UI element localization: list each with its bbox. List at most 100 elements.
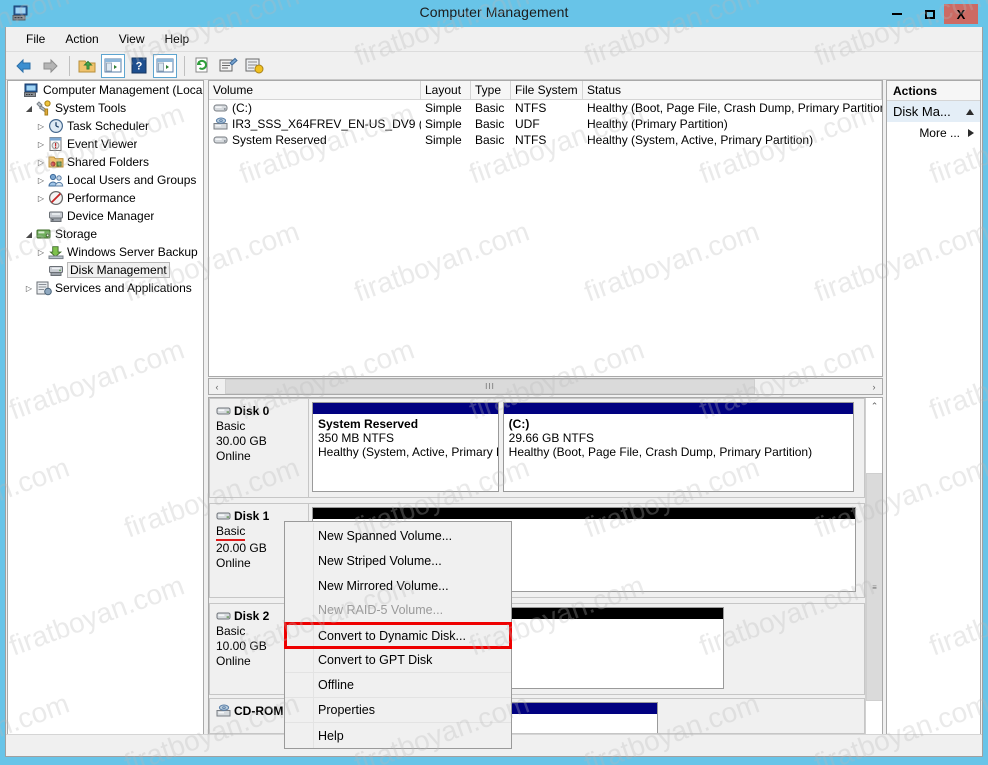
column-header-file-system[interactable]: File System [511, 81, 583, 100]
disk-scroll-thumb[interactable]: ≡ [866, 473, 882, 701]
sidebar-item-computer-management-local[interactable]: Computer Management (Local [8, 81, 203, 99]
expand-arrow-icon[interactable]: ▷ [34, 122, 48, 131]
file-system-cell: NTFS [515, 133, 547, 147]
disk-icon [216, 403, 232, 419]
sidebar-item-performance[interactable]: ▷ Performance [8, 189, 203, 207]
partition-block[interactable]: (C:) 29.66 GB NTFS Healthy (Boot, Page Fil… [502, 402, 855, 492]
actions-group-disk-management[interactable]: Disk Ma... [887, 101, 980, 123]
column-header-status[interactable]: Status [583, 81, 882, 100]
disk-size: 30.00 GB [216, 434, 267, 448]
disk-type-label: Basic [216, 624, 246, 638]
sidebar-item-local-users-and-groups[interactable]: ▷ Local Users and Groups [8, 171, 203, 189]
computer-management-window: Computer Management X File Action View H… [0, 0, 988, 765]
forward-arrow-icon[interactable] [38, 54, 62, 78]
show-hide-console-tree-icon[interactable] [101, 53, 125, 78]
disk-type-label: Basic [216, 524, 246, 541]
volume-disk-icon [213, 101, 229, 115]
collapse-arrow-icon[interactable]: ◢ [22, 230, 36, 239]
close-button[interactable]: X [944, 4, 978, 24]
chevron-right-icon[interactable] [968, 129, 974, 137]
sidebar-item-label: Task Scheduler [67, 119, 150, 133]
context-menu-item-convert-to-gpt-disk[interactable]: Convert to GPT Disk [285, 648, 511, 673]
sidebar-item-services-and-applications[interactable]: ▷ Services and Applications [8, 279, 203, 297]
console-tree[interactable]: Computer Management (Local ◢ System Tools ▷… [7, 80, 204, 736]
context-menu-item-properties[interactable]: Properties [285, 698, 511, 723]
sidebar-item-system-tools[interactable]: ◢ System Tools [8, 99, 203, 117]
sidebar-item-device-manager[interactable]: Device Manager [8, 207, 203, 225]
sidebar-item-storage[interactable]: ◢ Storage [8, 225, 203, 243]
device-manager-icon [48, 208, 64, 224]
menu-help[interactable]: Help [155, 28, 200, 50]
vol-scroll-right-icon[interactable]: › [866, 379, 882, 394]
context-menu-item-new-mirrored-volume[interactable]: New Mirrored Volume... [285, 573, 511, 598]
context-menu-item-new-spanned-volume[interactable]: New Spanned Volume... [285, 523, 511, 548]
collapse-arrow-icon[interactable]: ◢ [22, 104, 36, 113]
partition-block[interactable]: System Reserved 350 MB NTFS Healthy (Syste… [312, 402, 499, 492]
clock-icon [48, 118, 64, 134]
expand-arrow-icon[interactable]: ▷ [34, 140, 48, 149]
column-header-type[interactable]: Type [471, 81, 511, 100]
sidebar-item-shared-folders[interactable]: ▷ Shared Folders [8, 153, 203, 171]
table-row[interactable]: IR3_SSS_X64FREV_EN-US_DV9 (D:) Simple Basi… [209, 116, 882, 132]
column-header-volume[interactable]: Volume [209, 81, 421, 100]
sidebar-item-event-viewer[interactable]: ▷ Event Viewer [8, 135, 203, 153]
volume-list-horizontal-scrollbar[interactable]: ‹ III › [208, 378, 883, 395]
disk-row[interactable]: Disk 0 Basic 30.00 GB Online System Reserved… [209, 398, 865, 498]
vol-scroll-track[interactable]: III [225, 379, 866, 394]
menu-action[interactable]: Action [55, 28, 108, 50]
expand-arrow-icon[interactable]: ▷ [34, 194, 48, 203]
disk-info-disk-0[interactable]: Disk 0 Basic 30.00 GB Online [209, 398, 309, 498]
actions-more-label: More ... [919, 126, 960, 140]
services-icon [36, 280, 52, 296]
cd-drive-icon [216, 703, 232, 719]
maximize-button[interactable] [915, 4, 945, 24]
sidebar-item-disk-management[interactable]: Disk Management [8, 261, 203, 279]
partition-status: Healthy (Boot, Page File, Crash Dump, Pr… [508, 445, 813, 459]
context-menu-item-convert-to-dynamic-disk[interactable]: Convert to Dynamic Disk... [285, 623, 511, 648]
refresh-icon[interactable] [190, 54, 214, 78]
context-menu-item-new-striped-volume[interactable]: New Striped Volume... [285, 548, 511, 573]
sidebar-item-label: Event Viewer [67, 137, 138, 151]
sidebar-item-windows-server-backup[interactable]: ▷ Windows Server Backup [8, 243, 203, 261]
disk-context-menu[interactable]: New Spanned Volume... New Striped Volume.… [284, 521, 512, 749]
vol-scroll-thumb[interactable]: III [225, 379, 755, 394]
help-icon[interactable]: ? [127, 54, 151, 78]
volume-name: System Reserved [232, 132, 327, 147]
cd-drive-icon [213, 117, 229, 131]
disk-vertical-scrollbar[interactable]: ⌃ ≡ ⌄ [865, 398, 882, 753]
disk-scroll-up-icon[interactable]: ⌃ [866, 398, 882, 415]
back-arrow-icon[interactable] [12, 54, 36, 78]
vol-scroll-left-icon[interactable]: ‹ [209, 379, 225, 394]
title-bar: Computer Management X [0, 0, 988, 27]
disk-scroll-track-bottom[interactable] [866, 701, 882, 736]
show-hide-action-pane-icon[interactable] [153, 53, 177, 78]
chevron-up-icon[interactable] [966, 108, 974, 115]
menu-view[interactable]: View [109, 28, 155, 50]
actions-pane-header: Actions [887, 81, 980, 101]
rescan-disks-icon[interactable] [242, 54, 266, 78]
disk-scroll-track-top[interactable] [866, 415, 882, 473]
expand-arrow-icon[interactable]: ▷ [22, 284, 36, 293]
context-menu-item-label: Convert to Dynamic Disk... [318, 628, 466, 643]
layout-cell: Simple [425, 101, 462, 115]
minimize-button[interactable] [882, 4, 912, 24]
table-row[interactable]: System Reserved Simple Basic NTFS Healthy (S… [209, 132, 882, 148]
context-menu-item-help[interactable]: Help [285, 723, 511, 748]
expand-arrow-icon[interactable]: ▷ [34, 176, 48, 185]
context-menu-item-label: Convert to GPT Disk [318, 653, 433, 667]
context-menu-item-offline[interactable]: Offline [285, 673, 511, 698]
volume-list[interactable]: Volume Layout Type File System Status (C… [208, 80, 883, 377]
column-header-layout[interactable]: Layout [421, 81, 471, 100]
table-row[interactable]: (C:) Simple Basic NTFS Healthy (Boot, Page F… [209, 100, 882, 116]
actions-more-item[interactable]: More ... [887, 123, 980, 143]
partition-size: 29.66 GB NTFS [508, 431, 595, 445]
toolbar-separator-2 [184, 55, 185, 76]
expand-arrow-icon[interactable]: ▷ [34, 248, 48, 257]
status-cell: Healthy (System, Active, Primary Partiti… [587, 133, 814, 147]
expand-arrow-icon[interactable]: ▷ [34, 158, 48, 167]
sidebar-item-task-scheduler[interactable]: ▷ Task Scheduler [8, 117, 203, 135]
up-folder-icon[interactable] [75, 54, 99, 78]
properties-icon[interactable] [216, 54, 240, 78]
disk-name: Disk 0 [216, 403, 308, 419]
menu-file[interactable]: File [16, 28, 55, 50]
